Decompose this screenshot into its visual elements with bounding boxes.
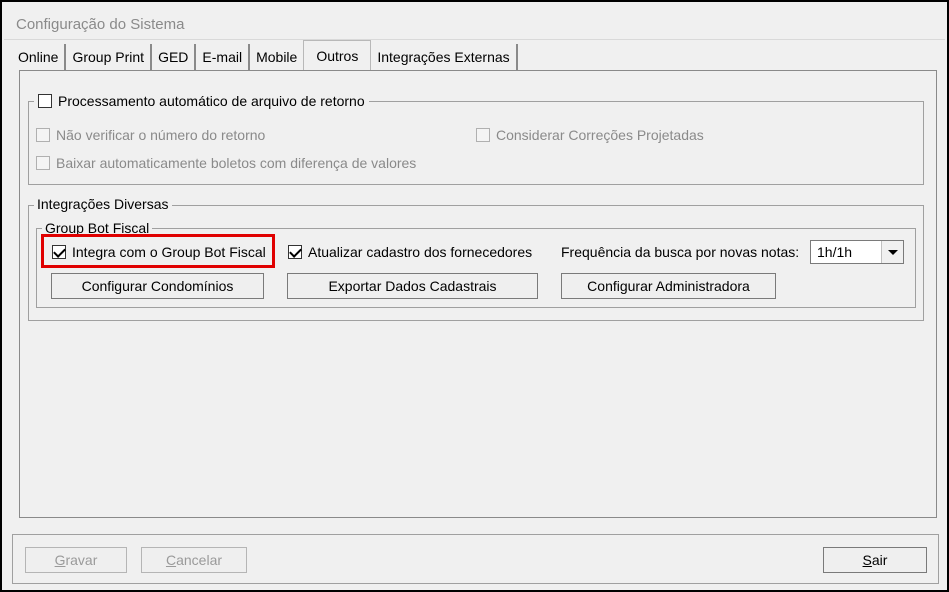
tab-ged[interactable]: GED xyxy=(152,44,197,70)
nao-verificar-checkbox xyxy=(36,128,50,142)
tab-mobile[interactable]: Mobile xyxy=(250,44,303,70)
tab-group-print[interactable]: Group Print xyxy=(66,44,153,70)
retorno-checkbox[interactable] xyxy=(38,94,52,108)
tab-online[interactable]: Online xyxy=(12,44,67,70)
gravar-button[interactable]: Gravar xyxy=(25,547,127,573)
baixar-boletos-label: Baixar automaticamente boletos com difer… xyxy=(56,155,417,171)
tab-email[interactable]: E-mail xyxy=(196,44,251,70)
frequencia-value: 1h/1h xyxy=(817,244,853,260)
cancelar-label-post: ancelar xyxy=(176,552,223,568)
chevron-down-icon[interactable] xyxy=(881,241,903,263)
retorno-group xyxy=(28,101,924,185)
footer-bar: Gravar Cancelar Sair xyxy=(12,534,939,584)
tab-panel-outros: Processamento automático de arquivo de r… xyxy=(19,70,937,518)
considerar-correcoes-label: Considerar Correções Projetadas xyxy=(496,127,704,143)
atualizar-fornecedores-option[interactable]: Atualizar cadastro dos fornecedores xyxy=(288,244,532,260)
configurar-condominios-button[interactable]: Configurar Condomínios xyxy=(51,273,264,299)
tab-integracoes-externas[interactable]: Integrações Externas xyxy=(371,44,518,70)
opt-considerar-correcoes: Considerar Correções Projetadas xyxy=(476,127,704,143)
frequencia-select[interactable]: 1h/1h xyxy=(810,240,904,264)
gravar-mnemonic: G xyxy=(54,552,66,568)
tab-strip: Online Group Print GED E-mail Mobile Out… xyxy=(12,40,518,70)
sair-button[interactable]: Sair xyxy=(823,547,927,573)
exportar-dados-cadastrais-button[interactable]: Exportar Dados Cadastrais xyxy=(287,273,538,299)
retorno-legend-checkbox[interactable]: Processamento automático de arquivo de r… xyxy=(34,93,369,109)
frequencia-label: Frequência da busca por novas notas: xyxy=(561,244,800,260)
sair-label-post: air xyxy=(871,552,888,568)
config-window: Configuração do Sistema Online Group Pri… xyxy=(0,0,949,592)
integracoes-legend: Integrações Diversas xyxy=(34,196,172,212)
title-bar: Configuração do Sistema xyxy=(4,4,945,40)
atualizar-fornecedores-label: Atualizar cadastro dos fornecedores xyxy=(308,244,533,260)
highlight-box xyxy=(41,234,275,268)
opt-baixar-boletos: Baixar automaticamente boletos com difer… xyxy=(36,155,416,171)
sair-mnemonic: S xyxy=(862,552,872,568)
cancelar-mnemonic: C xyxy=(165,552,177,568)
cancelar-button[interactable]: Cancelar xyxy=(141,547,247,573)
nao-verificar-label: Não verificar o número do retorno xyxy=(56,127,266,143)
atualizar-fornecedores-checkbox[interactable] xyxy=(288,245,302,259)
tab-outros[interactable]: Outros xyxy=(303,40,372,70)
retorno-legend-label: Processamento automático de arquivo de r… xyxy=(58,93,365,109)
configurar-administradora-button[interactable]: Configurar Administradora xyxy=(561,273,776,299)
considerar-correcoes-checkbox xyxy=(476,128,490,142)
window-title: Configuração do Sistema xyxy=(16,16,185,33)
opt-nao-verificar: Não verificar o número do retorno xyxy=(36,127,265,143)
gravar-label-post: ravar xyxy=(65,552,98,568)
baixar-boletos-checkbox xyxy=(36,156,50,170)
